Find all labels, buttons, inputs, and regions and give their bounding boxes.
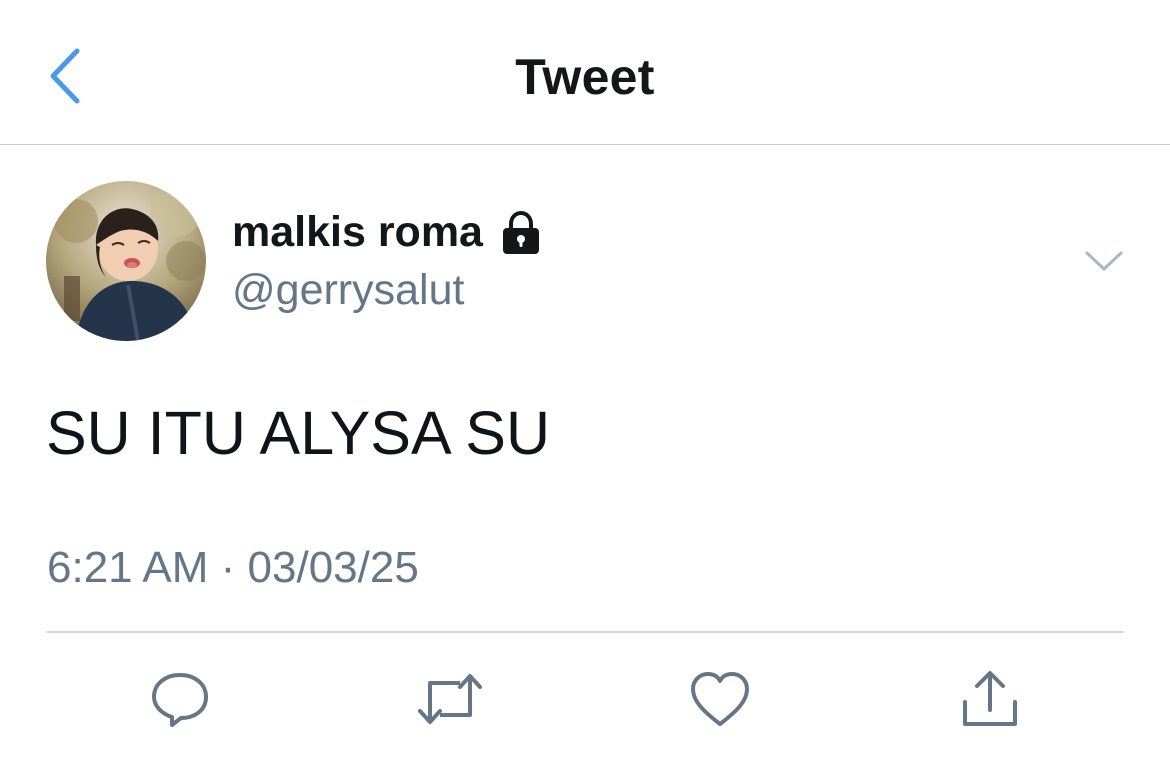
like-button[interactable]: [686, 665, 754, 733]
chevron-down-icon: [1085, 251, 1123, 271]
retweet-button[interactable]: [416, 665, 484, 733]
avatar-photo: [46, 181, 206, 341]
share-icon: [963, 671, 1017, 726]
avatar[interactable]: [46, 181, 206, 341]
heart-icon: [691, 672, 749, 726]
divider: [47, 631, 1124, 633]
lock-icon: [502, 210, 539, 254]
tweet-timestamp: 6:21 AM · 03/03/25: [47, 543, 419, 592]
retweet-icon: [418, 674, 482, 724]
navigation-bar: Tweet: [0, 0, 1170, 145]
comment-icon: [152, 673, 208, 727]
share-button[interactable]: [956, 665, 1024, 733]
author-display-name: malkis roma: [232, 208, 483, 256]
author-name-row[interactable]: malkis roma: [232, 208, 543, 257]
tweet-text: SU ITU ALYSA SU: [46, 399, 550, 467]
more-options-button[interactable]: [1080, 244, 1128, 278]
author-handle[interactable]: @gerrysalut: [232, 266, 464, 315]
reply-button[interactable]: [146, 665, 214, 733]
page-title: Tweet: [515, 49, 655, 105]
